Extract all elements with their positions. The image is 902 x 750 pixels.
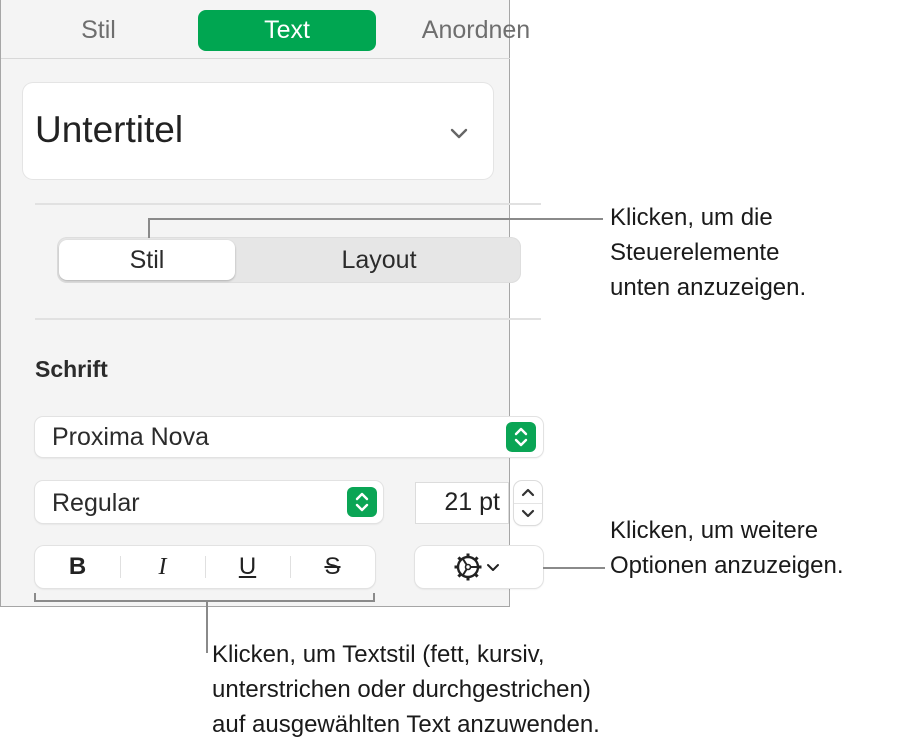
font-size-stepper[interactable] (514, 481, 542, 525)
strikethrough-button[interactable]: S (290, 546, 375, 588)
segment-layout[interactable]: Layout (237, 237, 521, 283)
gear-icon (454, 553, 499, 581)
chevron-up-icon (521, 488, 535, 497)
text-format-button-group: B I U S (35, 546, 375, 588)
callout-line (206, 600, 208, 653)
divider (35, 318, 541, 320)
font-section-heading: Schrift (35, 356, 108, 382)
tab-text[interactable]: Text (198, 10, 376, 51)
italic-icon: I (158, 554, 167, 580)
chevron-down-icon (521, 509, 535, 518)
tab-stil[interactable]: Stil (31, 10, 166, 51)
divider (35, 203, 541, 205)
callout-line (148, 218, 603, 220)
callout-segmented-control: Klicken, um die Steuerelemente unten anz… (610, 204, 807, 301)
font-family-popup[interactable]: Proxima Nova (35, 417, 543, 457)
more-text-options-button[interactable] (415, 546, 543, 588)
inspector-tabs: Stil Text Anordnen (1, 0, 530, 59)
font-size-value: 21 pt (444, 488, 500, 516)
chevron-down-icon (450, 128, 468, 139)
underline-icon: U (238, 553, 257, 580)
font-size-field[interactable]: 21 pt (416, 483, 508, 523)
bold-icon: B (68, 553, 87, 580)
underline-button[interactable]: U (205, 546, 290, 588)
font-size-decrease-button[interactable] (514, 503, 542, 526)
italic-button[interactable]: I (120, 546, 205, 588)
tab-anordnen[interactable]: Anordnen (401, 10, 551, 51)
callout-bracket (34, 600, 375, 602)
callout-more-options: Klicken, um weitere Optionen anzuzeigen. (610, 517, 844, 579)
callout-line (148, 219, 150, 238)
updown-chevron-icon (506, 422, 536, 452)
callout-text-format: Klicken, um Textstil (fett, kursiv, unte… (212, 641, 600, 738)
callout-line (543, 567, 605, 569)
strikethrough-icon: S (324, 553, 341, 580)
style-layout-segmented-control: Stil Layout (57, 237, 521, 283)
segment-stil[interactable]: Stil (59, 240, 235, 280)
paragraph-style-menu[interactable]: Untertitel (23, 83, 493, 179)
font-typeface-value: Regular (52, 489, 140, 517)
font-typeface-popup[interactable]: Regular (35, 481, 383, 523)
updown-chevron-icon (347, 487, 377, 517)
font-family-value: Proxima Nova (52, 423, 209, 451)
paragraph-style-value: Untertitel (35, 109, 184, 150)
format-inspector-panel: Stil Text Anordnen Untertitel Stil Layou… (0, 0, 543, 607)
bold-button[interactable]: B (35, 546, 120, 588)
font-size-increase-button[interactable] (514, 481, 542, 503)
